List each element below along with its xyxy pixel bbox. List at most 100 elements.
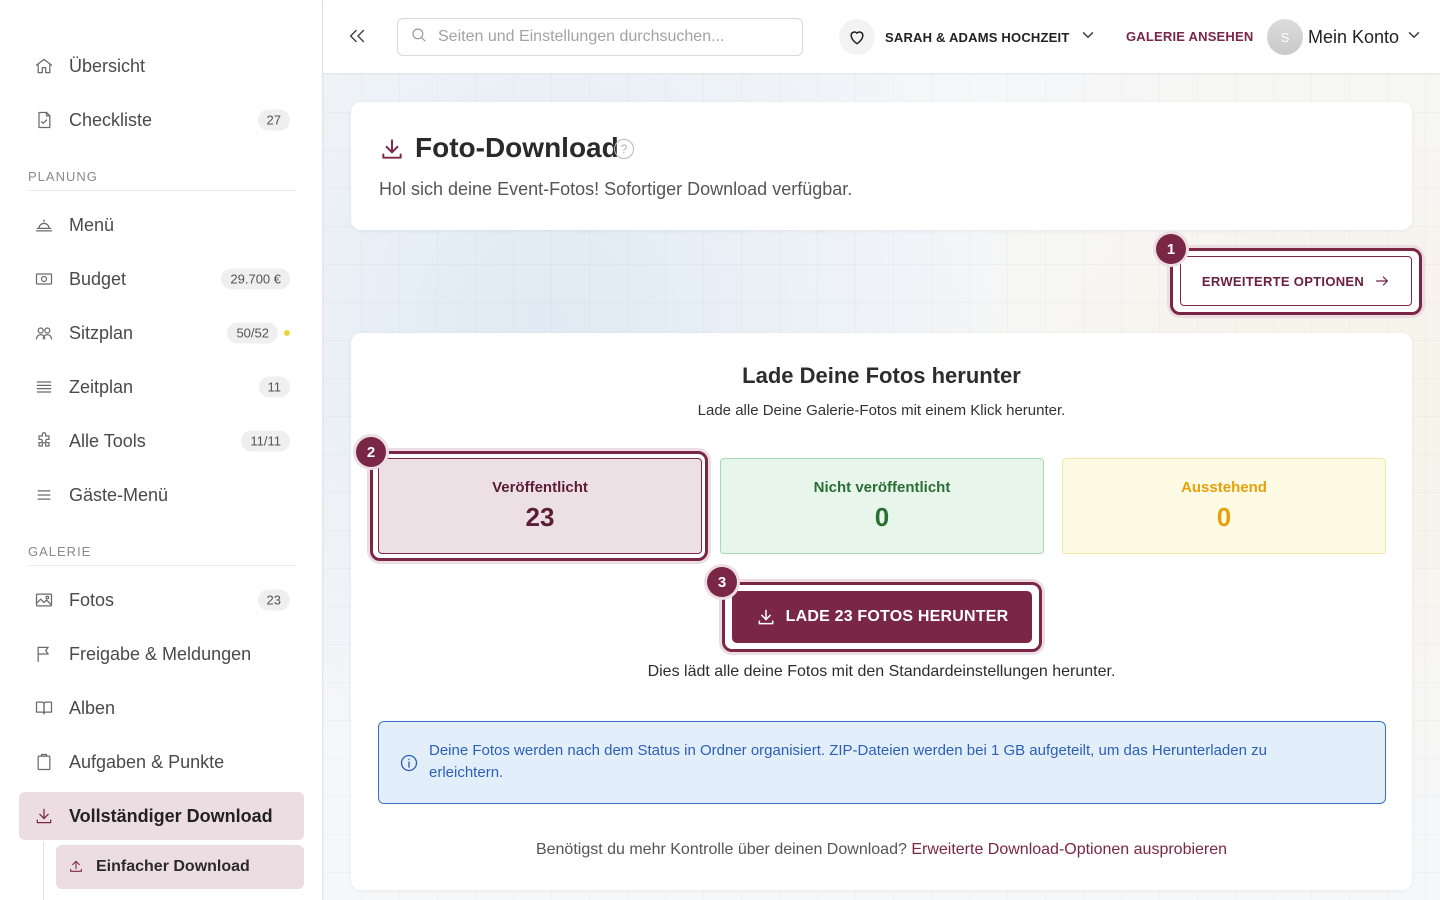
download-all-button[interactable]: LADE 23 FOTOS HERUNTER — [732, 591, 1032, 643]
footer-text: Benötigst du mehr Kontrolle über deinen … — [535, 841, 907, 858]
sidebar-item-label: Menü — [69, 214, 115, 235]
sidebar-item-sitzplan[interactable]: Sitzplan 50/52 — [19, 309, 304, 357]
sidebar-item-label: Alben — [69, 697, 116, 718]
chevron-down-icon — [1079, 26, 1097, 49]
sidebar-item-zeitplan[interactable]: Zeitplan 11 — [19, 363, 304, 411]
search-box[interactable] — [397, 18, 803, 56]
count-badge: 27 — [257, 109, 290, 131]
download-icon — [758, 609, 774, 625]
puzzle-icon — [33, 430, 55, 452]
sidebar-item-uebersicht[interactable]: Übersicht — [19, 42, 304, 90]
sidebar-item-alben[interactable]: Alben — [19, 684, 304, 732]
sidebar-item-vollstaendiger-download[interactable]: Vollständiger Download — [19, 792, 304, 840]
step-marker-1: 1 — [1156, 234, 1186, 264]
page-subtitle: Hol sich deine Event-Fotos! Sofortiger D… — [379, 179, 853, 199]
count-badge: 50/52 — [227, 322, 278, 344]
sidebar-item-alle-tools[interactable]: Alle Tools 11/11 — [19, 417, 304, 465]
sidebar-subitem-label: Einfacher Download — [96, 858, 250, 875]
sidebar-item-label: Gäste-Menü — [69, 484, 169, 505]
account-label: Mein Konto — [1308, 26, 1400, 47]
page-title: Foto-Download — [415, 132, 619, 163]
collapse-sidebar-button[interactable] — [343, 22, 371, 50]
advanced-options-button[interactable]: ERWEITERTE OPTIONEN — [1180, 256, 1412, 306]
top-bar: SARAH & ADAMS HOCHZEIT GALERIE ANSEHEN S… — [323, 0, 1440, 74]
download-icon — [379, 136, 405, 162]
help-icon[interactable]: ? — [614, 139, 634, 159]
double-chevron-left-icon — [349, 29, 365, 43]
sidebar-item-fotos[interactable]: Fotos 23 — [19, 576, 304, 624]
upload-icon — [68, 858, 86, 876]
sidebar-item-label: Vollständiger Download — [69, 805, 273, 826]
avatar: S — [1267, 19, 1303, 55]
sidebar-item-label: Freigabe & Meldungen — [69, 643, 252, 664]
stat-pending: Ausstehend 0 — [1062, 458, 1386, 554]
search-icon — [410, 26, 428, 49]
image-icon — [33, 589, 55, 611]
heart-icon — [839, 19, 875, 55]
download-heading: Lade Deine Fotos herunter — [742, 363, 1021, 388]
sidebar-item-label: Budget — [69, 268, 127, 289]
highlight-frame: LADE 23 FOTOS HERUNTER — [722, 582, 1042, 652]
flag-icon — [33, 643, 55, 665]
money-icon — [33, 268, 55, 290]
download-all-label: LADE 23 FOTOS HERUNTER — [785, 608, 1009, 625]
sidebar-item-label: Alle Tools — [69, 430, 146, 451]
count-badge: 29.700 € — [221, 268, 290, 290]
stat-value: 0 — [874, 502, 890, 532]
tree-line — [43, 842, 44, 900]
stat-label: Ausstehend — [1181, 479, 1267, 496]
page-header-card: Foto-Download ? Hol sich deine Event-Fot… — [351, 102, 1412, 230]
download-icon — [33, 805, 55, 827]
sidebar-item-aufgaben[interactable]: Aufgaben & Punkte — [19, 738, 304, 786]
download-description: Lade alle Deine Galerie-Fotos mit einem … — [697, 402, 1066, 419]
sidebar-item-label: Zeitplan — [69, 376, 134, 397]
sidebar-item-checkliste[interactable]: Checkliste 27 — [19, 96, 304, 144]
sidebar-item-label: Fotos — [69, 589, 115, 610]
view-gallery-link[interactable]: GALERIE ANSEHEN — [1126, 29, 1253, 44]
list-icon — [33, 376, 55, 398]
clipboard-icon — [33, 751, 55, 773]
cloche-icon — [33, 214, 55, 236]
status-dot — [284, 330, 290, 336]
sidebar-item-label: Aufgaben & Punkte — [69, 751, 225, 772]
footer-note: Benötigst du mehr Kontrolle über deinen … — [351, 841, 1412, 859]
stat-label: Veröffentlicht — [492, 479, 588, 496]
stat-value: 23 — [525, 502, 555, 532]
advanced-download-link[interactable]: Erweiterte Download-Optionen ausprobiere… — [911, 841, 1227, 858]
search-input[interactable] — [438, 28, 778, 46]
sidebar: Übersicht Checkliste 27 PLANUNG Menü Bud… — [0, 0, 323, 900]
section-label-planung: PLANUNG — [28, 169, 98, 184]
sidebar-item-menue[interactable]: Menü — [19, 201, 304, 249]
count-badge: 11/11 — [241, 430, 290, 452]
info-icon — [399, 753, 419, 773]
sidebar-item-label: Checkliste — [69, 109, 153, 130]
count-badge: 11 — [258, 376, 290, 398]
sidebar-item-freigabe[interactable]: Freigabe & Meldungen — [19, 630, 304, 678]
step-marker-3: 3 — [707, 567, 737, 597]
sidebar-item-label: Sitzplan — [69, 322, 134, 343]
divider — [28, 190, 296, 191]
info-alert: Deine Fotos werden nach dem Status in Or… — [378, 721, 1386, 804]
account-menu[interactable]: S Mein Konto — [1267, 18, 1423, 56]
stat-published: Veröffentlicht 23 — [378, 458, 702, 554]
home-icon — [33, 55, 55, 77]
checklist-icon — [33, 109, 55, 131]
menu-icon — [33, 484, 55, 506]
sidebar-subitem-einfacher-download[interactable]: Einfacher Download — [56, 845, 304, 889]
section-label-galerie: GALERIE — [28, 544, 92, 559]
book-icon — [33, 697, 55, 719]
count-badge: 23 — [257, 589, 290, 611]
event-selector[interactable]: SARAH & ADAMS HOCHZEIT — [839, 18, 1097, 56]
info-text: Deine Fotos werden nach dem Status in Or… — [429, 742, 1267, 781]
sidebar-item-label: Übersicht — [69, 55, 146, 76]
people-icon — [33, 322, 55, 344]
download-note: Dies lädt alle deine Fotos mit den Stand… — [647, 663, 1116, 680]
highlight-frame: ERWEITERTE OPTIONEN — [1170, 248, 1422, 315]
arrow-right-icon — [1376, 276, 1389, 286]
sidebar-item-gaeste-menue[interactable]: Gäste-Menü — [19, 471, 304, 519]
advanced-options-label: ERWEITERTE OPTIONEN — [1201, 273, 1365, 289]
event-name: SARAH & ADAMS HOCHZEIT — [885, 29, 1070, 45]
sidebar-item-budget[interactable]: Budget 29.700 € — [19, 255, 304, 303]
divider — [28, 565, 296, 566]
stat-unpublished: Nicht veröffentlicht 0 — [720, 458, 1044, 554]
